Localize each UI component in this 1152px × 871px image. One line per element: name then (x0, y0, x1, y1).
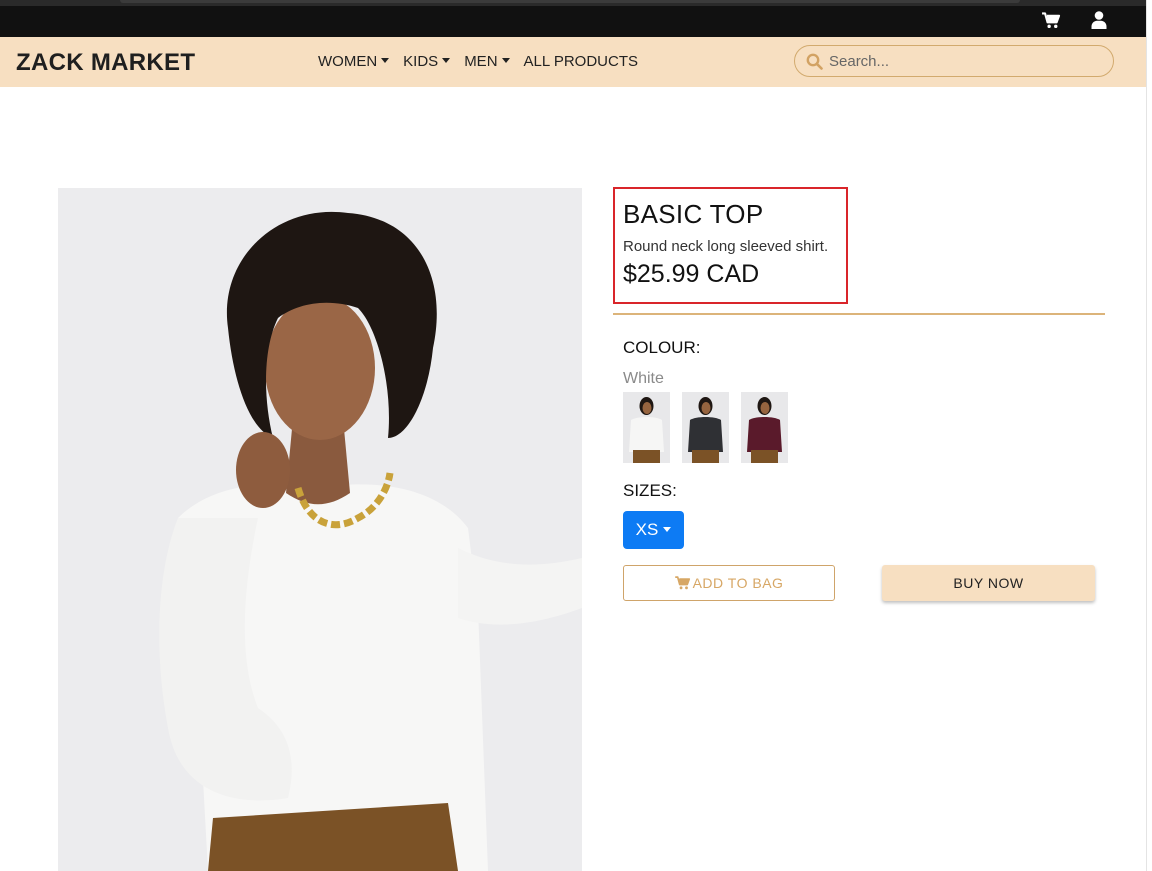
user-icon[interactable] (1088, 9, 1110, 31)
navbar: ZACK MARKET WOMEN KIDS MEN ALL PRODUCTS (0, 37, 1146, 87)
search-icon[interactable] (799, 46, 829, 76)
window-edge (0, 0, 1146, 6)
chevron-down-icon (442, 58, 451, 63)
buy-now-button[interactable]: BUY NOW (882, 565, 1095, 601)
nav-all-products[interactable]: ALL PRODUCTS (524, 53, 638, 70)
nav-links: WOMEN KIDS MEN ALL PRODUCTS (318, 53, 652, 70)
chevron-down-icon (381, 58, 390, 63)
window-border (1146, 0, 1152, 871)
brand-logo[interactable]: ZACK MARKET (16, 49, 195, 77)
nav-kids[interactable]: KIDS (403, 53, 451, 70)
product-description: Round neck long sleeved shirt. (623, 238, 829, 255)
search-box (794, 45, 1114, 77)
chevron-down-icon (663, 526, 672, 532)
divider (613, 313, 1105, 315)
chevron-down-icon (501, 58, 510, 63)
colour-label: COLOUR: (623, 338, 701, 357)
nav-women[interactable]: WOMEN (318, 53, 390, 70)
product-image (58, 188, 582, 871)
cart-icon (674, 576, 690, 590)
sizes-label: SIZES: (623, 481, 677, 500)
search-input[interactable] (829, 52, 1099, 70)
product-title: BASIC TOP (623, 199, 764, 229)
swatch-black[interactable] (682, 392, 729, 463)
nav-men[interactable]: MEN (464, 53, 510, 70)
cart-icon[interactable] (1040, 9, 1062, 31)
colour-swatches (623, 392, 800, 463)
selected-colour: White (623, 370, 664, 387)
product-price: $25.99 CAD (623, 260, 760, 288)
swatch-white[interactable] (623, 392, 670, 463)
selected-size: XS (635, 520, 659, 539)
size-dropdown[interactable]: XS (623, 511, 684, 549)
swatch-burgundy[interactable] (741, 392, 788, 463)
top-bar (0, 0, 1146, 37)
add-to-bag-button[interactable]: ADD TO BAG (623, 565, 835, 601)
